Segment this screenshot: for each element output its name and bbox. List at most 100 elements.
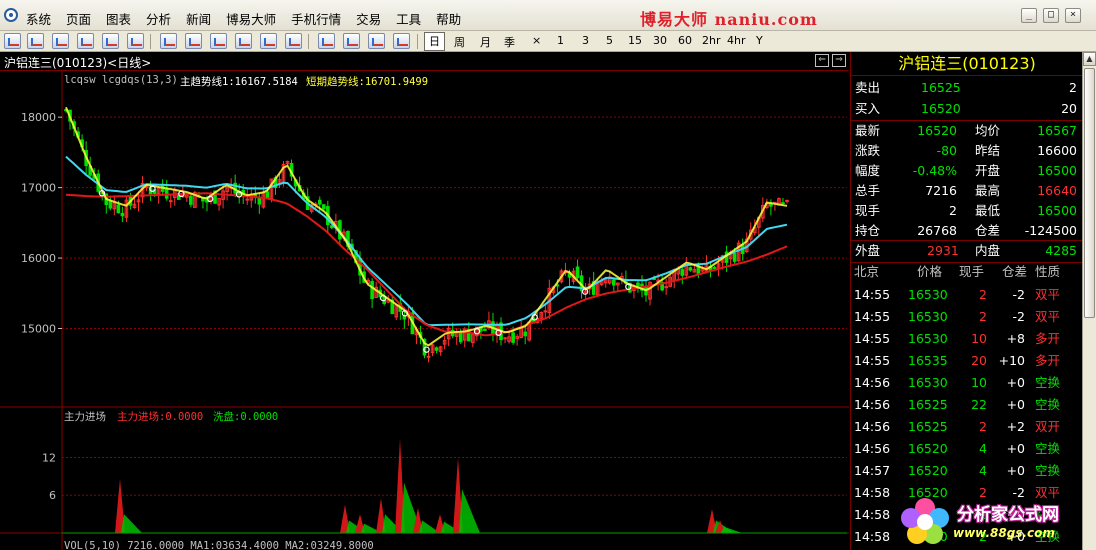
sub-y-tick-label: 12 <box>42 451 56 464</box>
refresh-icon[interactable] <box>4 33 21 49</box>
period-year[interactable]: Y <box>756 34 763 49</box>
period-2hr[interactable]: 2hr <box>702 34 721 49</box>
period-3min[interactable]: 3 <box>582 34 589 49</box>
quote-field-value: 16500 <box>1037 203 1077 218</box>
tick-cell: 16520 <box>908 463 948 478</box>
outer-inner-row: 外盘 2931 内盘 4285 <box>851 241 1083 261</box>
period-week[interactable]: 周 <box>454 34 465 49</box>
tick-row: 14:55 16530 2 -2 双平 <box>851 306 1083 328</box>
line-chart-icon[interactable] <box>27 33 44 49</box>
tick-cell: 14:56 <box>854 397 891 412</box>
bid-row: 买入 16520 20 <box>851 99 1083 119</box>
menu-items: 系统 页面 图表 分析 新闻 博易大师 手机行情 交易 工具 帮助 <box>26 9 476 28</box>
tick-cell: -2 <box>1012 309 1025 324</box>
period-quarter[interactable]: 季 <box>504 34 515 49</box>
kline-chart[interactable]: 15000 16000 17000 18000 6 12 <box>0 71 849 550</box>
arrow-icon[interactable] <box>260 33 277 49</box>
tick-header-nature: 性质 <box>1035 264 1061 279</box>
main-entry-label: 主力进场:0.0000 <box>117 411 204 423</box>
crosshair-icon[interactable] <box>235 33 252 49</box>
next-arrow-icon[interactable]: ⇒ <box>832 54 846 67</box>
window-icon[interactable] <box>102 33 119 49</box>
tick-cell: 4 <box>979 463 987 478</box>
tick-cell: 14:58 <box>854 529 891 544</box>
menu-chart[interactable]: 图表 <box>106 9 131 28</box>
tick-row: 14:55 16530 10 +8 多开 <box>851 328 1083 350</box>
tick-cell: 双平 <box>1035 287 1061 302</box>
draw-icon[interactable] <box>318 33 335 49</box>
quote-field-label: 昨结 <box>975 143 1001 158</box>
tick-header-price: 价格 <box>917 264 943 279</box>
period-30min[interactable]: 30 <box>653 34 667 49</box>
scroll-up-icon[interactable]: ▲ <box>1083 52 1096 66</box>
period-close[interactable]: × <box>532 34 541 49</box>
tick-cell: 16535 <box>908 353 948 368</box>
period-month[interactable]: 月 <box>480 34 491 49</box>
tick-cell: +0 <box>1006 375 1025 390</box>
alarm-icon[interactable] <box>343 33 360 49</box>
zoom-in-icon[interactable] <box>185 33 202 49</box>
period-4hr[interactable]: 4hr <box>727 34 746 49</box>
list-icon[interactable] <box>77 33 94 49</box>
menu-help[interactable]: 帮助 <box>436 9 461 28</box>
period-5min[interactable]: 5 <box>606 34 613 49</box>
quote-field-value: 2 <box>949 203 957 218</box>
f10-icon[interactable] <box>127 33 144 49</box>
menu-boyi-master[interactable]: 博易大师 <box>226 9 276 28</box>
quote-field-label: 总手 <box>855 183 881 198</box>
menu-news[interactable]: 新闻 <box>186 9 211 28</box>
period-15min[interactable]: 15 <box>628 34 642 49</box>
system-icon[interactable] <box>4 8 18 22</box>
menu-mobile-quotes[interactable]: 手机行情 <box>291 9 341 28</box>
restore-icon[interactable]: □ <box>1043 8 1059 23</box>
tick-row: 14:56 16530 10 +0 空换 <box>851 372 1083 394</box>
menu-trade[interactable]: 交易 <box>356 9 381 28</box>
tick-scrollbar[interactable]: ▲ <box>1082 52 1096 550</box>
scroll-thumb[interactable] <box>1084 68 1095 318</box>
candle-body <box>120 212 125 217</box>
period-day[interactable]: 日 <box>424 32 445 51</box>
tick-cell: 2 <box>979 309 987 324</box>
tick-cell: 16520 <box>908 441 948 456</box>
tick-row: 14:56 16525 22 +0 空换 <box>851 394 1083 416</box>
zoom-out-icon[interactable] <box>210 33 227 49</box>
close-icon[interactable]: × <box>1065 8 1081 23</box>
candle-body <box>426 355 431 358</box>
tick-cell: 10 <box>971 375 987 390</box>
formula-icon[interactable] <box>368 33 385 49</box>
menu-tools[interactable]: 工具 <box>396 9 421 28</box>
tick-cell: 14:58 <box>854 485 891 500</box>
sub-indicator-name: 主力进场 <box>64 411 106 423</box>
candle-body <box>434 347 439 351</box>
menu-page[interactable]: 页面 <box>66 9 91 28</box>
quote-field-value: 16567 <box>1037 123 1077 138</box>
tick-cell: 双开 <box>1035 419 1061 434</box>
quote-field-label: 幅度 <box>855 163 881 178</box>
period-1min[interactable]: 1 <box>557 34 564 49</box>
tick-cell: +2 <box>1006 419 1025 434</box>
tick-cell: 14:55 <box>854 287 891 302</box>
tick-cell: 16525 <box>908 419 948 434</box>
y-tick-label: 16000 <box>21 252 56 265</box>
short-trend-label: 短期趋势线:16701.9499 <box>306 76 429 88</box>
candle-body <box>785 199 789 202</box>
quote-field-value: 16520 <box>917 123 957 138</box>
candle-body <box>189 195 193 205</box>
menu-analysis[interactable]: 分析 <box>146 9 171 28</box>
export-icon[interactable] <box>285 33 302 49</box>
tick-header-oi-change: 仓差 <box>1002 264 1028 279</box>
minimize-icon[interactable]: _ <box>1021 8 1037 23</box>
tick-cell: 2 <box>979 287 987 302</box>
sync-icon[interactable] <box>160 33 177 49</box>
candle-body <box>688 267 693 271</box>
lightning-icon[interactable] <box>393 33 410 49</box>
quote-field-value: -0.48% <box>912 163 957 178</box>
brand-title: 博易大师 naniu.com <box>640 10 818 29</box>
menu-system[interactable]: 系统 <box>26 9 51 28</box>
candle-body <box>321 204 326 209</box>
candle-body <box>611 279 616 286</box>
quote-table-icon[interactable] <box>52 33 69 49</box>
period-60min[interactable]: 60 <box>678 34 692 49</box>
prev-arrow-icon[interactable]: ⇐ <box>815 54 829 67</box>
chart-title-bar: 沪铝连三(010123)<日线> ⇐ ⇒ <box>0 52 849 71</box>
